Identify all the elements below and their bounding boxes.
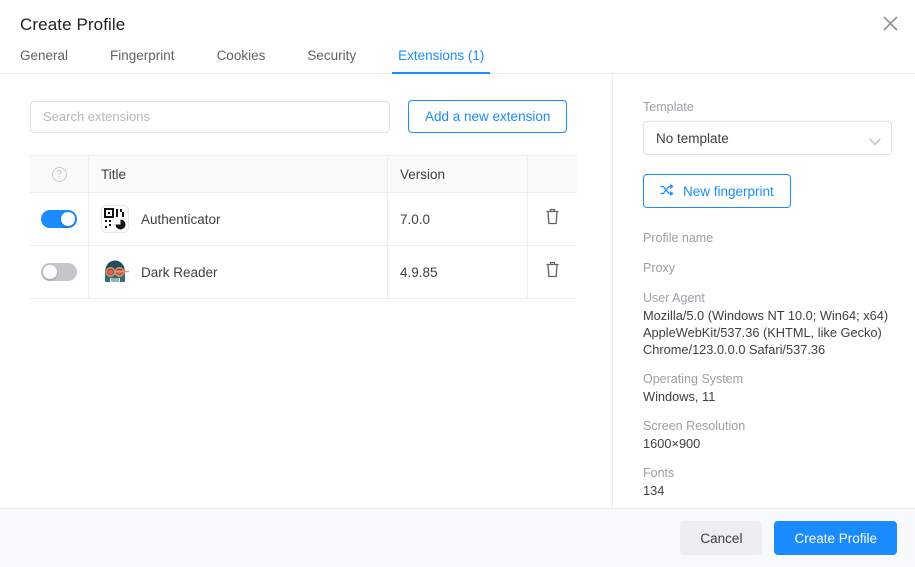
header-cell-version: Version — [387, 156, 527, 192]
dialog-body: Add a new extension ? Title Version — [0, 74, 915, 508]
add-extension-button[interactable]: Add a new extension — [408, 100, 568, 133]
extension-title: Dark Reader — [141, 264, 218, 280]
template-select[interactable]: No template — [643, 121, 892, 155]
table-row: Authenticator 7.0.0 — [30, 193, 577, 246]
header-label-title: Title — [101, 166, 127, 182]
search-input[interactable] — [30, 100, 390, 133]
summary-item-proxy: Proxy — [643, 260, 891, 277]
profile-summary-panel: Template No template New fingerprint Pro… — [612, 74, 915, 508]
summary-label: Proxy — [643, 261, 675, 275]
header-cell-toggle: ? — [30, 166, 88, 182]
cancel-button[interactable]: Cancel — [680, 521, 763, 555]
summary-item-screen-resolution: Screen Resolution 1600×900 — [643, 418, 891, 452]
close-button[interactable] — [875, 8, 905, 38]
extension-toggle[interactable] — [41, 263, 77, 281]
template-label: Template — [643, 100, 694, 114]
summary-list: Profile name Proxy User Agent Mozilla/5.… — [643, 230, 891, 499]
user-agent-line-1: Mozilla/5.0 (Windows NT 10.0; Win64; x64… — [643, 308, 889, 323]
tab-bar: General Fingerprint Cookies Security Ext… — [0, 36, 915, 74]
new-fingerprint-button[interactable]: New fingerprint — [643, 174, 791, 208]
summary-item-user-agent: User Agent Mozilla/5.0 (Windows NT 10.0;… — [643, 290, 891, 358]
summary-value: 1600×900 — [643, 436, 701, 451]
shuffle-icon — [660, 183, 674, 199]
table-header-row: ? Title Version — [30, 156, 577, 193]
summary-label: Fonts — [643, 466, 675, 480]
summary-value: 134 — [643, 483, 665, 498]
extensions-toolbar: Add a new extension — [30, 100, 612, 133]
template-select-wrapper: No template — [643, 121, 892, 155]
dialog-header: Create Profile — [0, 0, 915, 36]
summary-item-fonts: Fonts 134 — [643, 465, 891, 499]
help-icon[interactable]: ? — [51, 166, 67, 182]
close-icon — [883, 16, 898, 31]
header-cell-title: Title — [88, 156, 387, 192]
row-version-cell: 7.0.0 — [387, 193, 527, 245]
table-row: Dark Reader 4.9.85 — [30, 246, 612, 299]
row-title-cell: Dark Reader — [88, 246, 612, 298]
create-profile-button[interactable]: Create Profile — [774, 521, 897, 555]
trash-icon[interactable] — [545, 208, 560, 230]
trash-icon[interactable] — [545, 261, 560, 283]
row-toggle-cell — [30, 263, 88, 281]
summary-label: Screen Resolution — [643, 419, 746, 433]
extensions-table: ? Title Version Authenticator 7.0.0 Dark… — [30, 155, 612, 299]
summary-value: Mozilla/5.0 (Windows NT 10.0; Win64; x64… — [643, 307, 891, 358]
summary-value: Windows, 11 — [643, 389, 716, 404]
row-toggle-cell — [30, 210, 88, 228]
create-profile-dialog: Create Profile General Fingerprint Cooki… — [0, 0, 915, 567]
extension-version: 7.0.0 — [400, 211, 431, 227]
row-title-cell: Authenticator — [88, 193, 387, 245]
dark-reader-icon — [101, 258, 612, 286]
row-version-cell: 4.9.85 — [387, 246, 527, 298]
summary-label: User Agent — [643, 291, 705, 305]
tab-security[interactable]: Security — [307, 48, 356, 73]
tab-fingerprint[interactable]: Fingerprint — [110, 48, 175, 73]
tab-cookies[interactable]: Cookies — [217, 48, 266, 73]
summary-item-operating-system: Operating System Windows, 11 — [643, 371, 891, 405]
toggle-knob — [43, 265, 57, 279]
row-actions-cell — [527, 193, 577, 245]
user-agent-line-2: AppleWebKit/537.36 (KHTML, like Gecko) — [643, 325, 882, 340]
header-cell-actions — [527, 156, 577, 192]
toggle-knob — [61, 212, 75, 226]
summary-label: Operating System — [643, 372, 744, 386]
summary-item-profile-name: Profile name — [643, 230, 891, 247]
new-fingerprint-label: New fingerprint — [683, 183, 774, 199]
extension-version: 4.9.85 — [400, 264, 438, 280]
extensions-panel: Add a new extension ? Title Version — [0, 74, 612, 508]
extension-title: Authenticator — [141, 211, 221, 227]
qr-code-icon — [101, 205, 129, 233]
dialog-footer: Cancel Create Profile — [0, 508, 915, 567]
user-agent-line-3: Chrome/123.0.0.0 Safari/537.36 — [643, 342, 826, 357]
page-title: Create Profile — [20, 15, 126, 34]
extension-toggle[interactable] — [41, 210, 77, 228]
row-actions-cell — [527, 246, 577, 298]
tab-general[interactable]: General — [20, 48, 68, 73]
header-label-version: Version — [400, 166, 446, 182]
summary-label: Profile name — [643, 231, 714, 245]
tab-extensions[interactable]: Extensions (1) — [392, 48, 491, 74]
